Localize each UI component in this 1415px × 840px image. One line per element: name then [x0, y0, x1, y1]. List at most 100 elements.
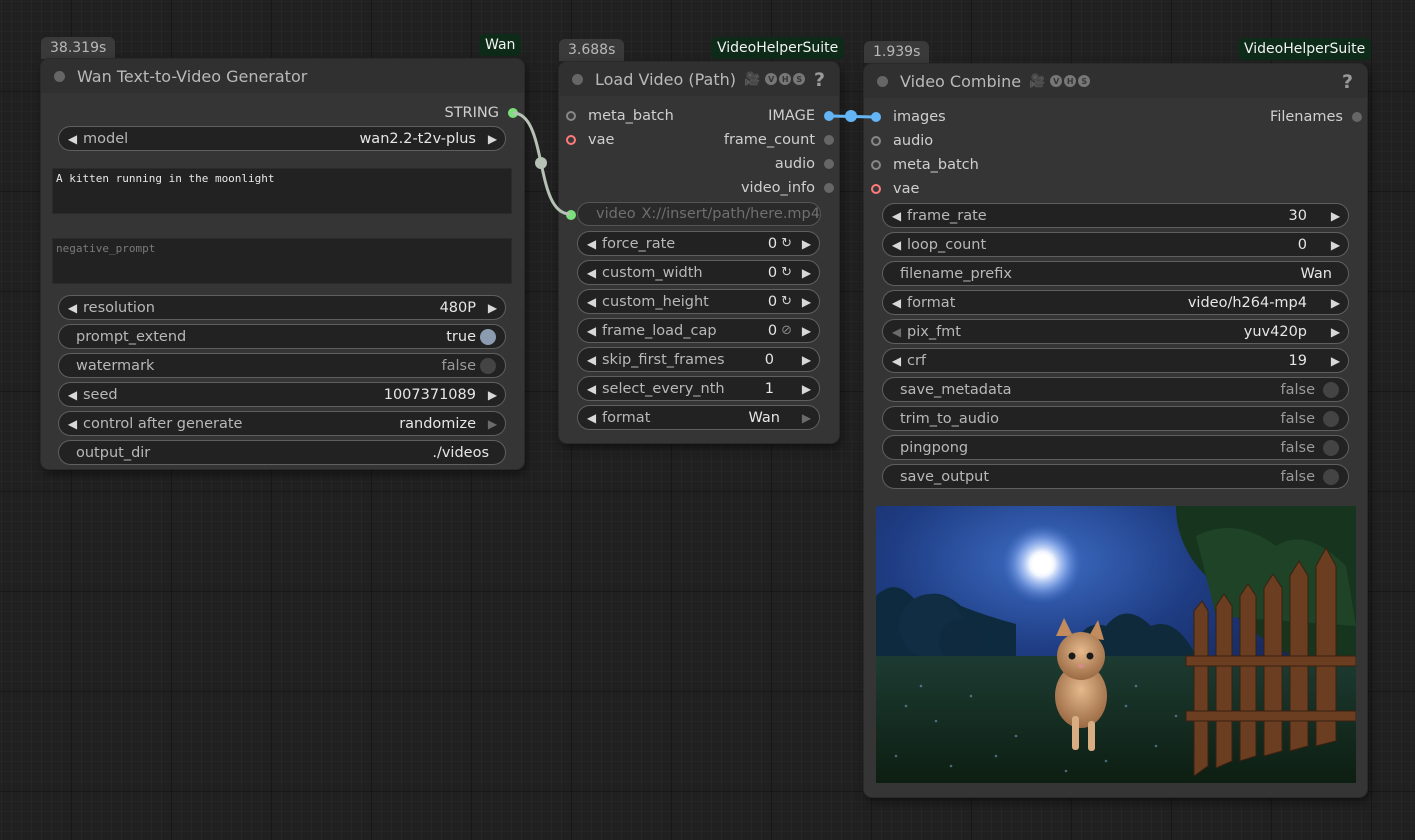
output-frame-count[interactable]: frame_count — [690, 128, 834, 152]
decrement-arrow-icon[interactable]: ◀ — [888, 209, 905, 223]
toggle-knob-icon[interactable] — [1323, 410, 1339, 427]
disabled-icon[interactable]: ⊘ — [781, 323, 792, 338]
force-rate-number[interactable]: ◀ force_rate 0 ↻ ▶ — [577, 231, 820, 256]
save-metadata-toggle[interactable]: save_metadata false — [882, 377, 1349, 402]
toggle-knob-icon[interactable] — [1323, 468, 1339, 485]
video-preview[interactable] — [876, 506, 1356, 783]
decrement-arrow-icon[interactable]: ◀ — [64, 388, 81, 402]
decrement-arrow-icon[interactable]: ◀ — [888, 354, 905, 368]
resolution-combo[interactable]: ◀ resolution 480P ▶ — [58, 295, 506, 320]
input-slot-dot[interactable] — [871, 184, 881, 194]
pix-fmt-combo[interactable]: ◀ pix_fmt yuv420p ▶ — [882, 319, 1349, 344]
input-slot-dot[interactable] — [566, 135, 576, 145]
pingpong-toggle[interactable]: pingpong false — [882, 435, 1349, 460]
reset-icon[interactable]: ↻ — [781, 236, 792, 251]
video-path-input[interactable]: video X://insert/path/here.mp4 — [577, 202, 821, 226]
frame-load-cap-number[interactable]: ◀ frame_load_cap 0 ⊘ ▶ — [577, 318, 820, 343]
collapse-toggle[interactable] — [572, 73, 583, 85]
output-slot-dot[interactable] — [824, 159, 834, 169]
skip-first-frames-number[interactable]: ◀ skip_first_frames 0 ▶ — [577, 347, 820, 372]
toggle-knob-icon[interactable] — [1323, 439, 1339, 456]
output-slot-dot[interactable] — [508, 108, 518, 118]
help-icon[interactable]: ? — [814, 69, 825, 91]
decrement-arrow-icon[interactable]: ◀ — [64, 301, 81, 315]
video-input-slot-dot[interactable] — [566, 210, 576, 220]
decrement-arrow-icon[interactable]: ◀ — [583, 295, 600, 309]
increment-arrow-icon[interactable]: ▶ — [798, 295, 815, 309]
output-dir-text[interactable]: output_dir ./videos — [58, 440, 506, 465]
increment-arrow-icon[interactable]: ▶ — [798, 324, 815, 338]
increment-arrow-icon[interactable]: ▶ — [1327, 238, 1344, 252]
wan-node-header[interactable]: Wan Text-to-Video Generator — [41, 59, 524, 93]
select-every-nth-number[interactable]: ◀ select_every_nth 1 ▶ — [577, 376, 820, 401]
increment-arrow-icon[interactable]: ▶ — [484, 301, 501, 315]
toggle-knob-icon[interactable] — [480, 357, 496, 374]
loop-count-number[interactable]: ◀ loop_count 0 ▶ — [882, 232, 1349, 257]
input-meta-batch[interactable]: meta_batch — [566, 104, 674, 128]
decrement-arrow-icon[interactable]: ◀ — [583, 353, 600, 367]
crf-number[interactable]: ◀ crf 19 ▶ — [882, 348, 1349, 373]
decrement-arrow-icon[interactable]: ◀ — [583, 324, 600, 338]
decrement-arrow-icon[interactable]: ◀ — [583, 411, 600, 425]
seed-number[interactable]: ◀ seed 1007371089 ▶ — [58, 382, 506, 407]
increment-arrow-icon[interactable]: ▶ — [1327, 325, 1344, 339]
output-audio[interactable]: audio — [690, 152, 834, 176]
increment-arrow-icon[interactable]: ▶ — [484, 132, 501, 146]
increment-arrow-icon[interactable]: ▶ — [798, 353, 815, 367]
collapse-toggle[interactable] — [54, 70, 65, 82]
save-output-toggle[interactable]: save_output false — [882, 464, 1349, 489]
input-slot-dot[interactable] — [871, 112, 881, 122]
reset-icon[interactable]: ↻ — [781, 265, 792, 280]
decrement-arrow-icon[interactable]: ◀ — [583, 237, 600, 251]
decrement-arrow-icon[interactable]: ◀ — [583, 266, 600, 280]
decrement-arrow-icon[interactable]: ◀ — [583, 382, 600, 396]
control-after-generate-combo[interactable]: ◀ control after generate randomize ▶ — [58, 411, 506, 436]
load-node-header[interactable]: Load Video (Path) 🎥 V H S ? — [559, 62, 839, 96]
load-format-combo[interactable]: ◀ format Wan ▶ — [577, 405, 820, 430]
toggle-knob-icon[interactable] — [1323, 381, 1339, 398]
decrement-arrow-icon[interactable]: ◀ — [888, 296, 905, 310]
output-video-info[interactable]: video_info — [690, 176, 834, 200]
increment-arrow-icon[interactable]: ▶ — [1327, 296, 1344, 310]
reset-icon[interactable]: ↻ — [781, 294, 792, 309]
collapse-toggle[interactable] — [877, 75, 888, 87]
increment-arrow-icon[interactable]: ▶ — [798, 382, 815, 396]
custom-width-number[interactable]: ◀ custom_width 0 ↻ ▶ — [577, 260, 820, 285]
input-images[interactable]: images — [871, 105, 946, 129]
increment-arrow-icon[interactable]: ▶ — [798, 237, 815, 251]
output-slot-dot[interactable] — [1352, 112, 1362, 122]
decrement-arrow-icon[interactable]: ◀ — [64, 417, 81, 431]
filename-prefix-text[interactable]: filename_prefix Wan — [882, 261, 1349, 286]
decrement-arrow-icon[interactable]: ◀ — [888, 325, 905, 339]
output-string[interactable]: STRING — [400, 101, 518, 125]
increment-arrow-icon[interactable]: ▶ — [798, 266, 815, 280]
increment-arrow-icon[interactable]: ▶ — [484, 417, 501, 431]
increment-arrow-icon[interactable]: ▶ — [484, 388, 501, 402]
custom-height-number[interactable]: ◀ custom_height 0 ↻ ▶ — [577, 289, 820, 314]
prompt-textarea[interactable]: A kitten running in the moonlight — [52, 168, 512, 214]
trim-to-audio-toggle[interactable]: trim_to_audio false — [882, 406, 1349, 431]
increment-arrow-icon[interactable]: ▶ — [1327, 209, 1344, 223]
format-combo[interactable]: ◀ format video/h264-mp4 ▶ — [882, 290, 1349, 315]
output-image[interactable]: IMAGE — [690, 104, 834, 128]
help-icon[interactable]: ? — [1342, 71, 1353, 93]
model-combo[interactable]: ◀ model wan2.2-t2v-plus ▶ — [58, 126, 506, 151]
negative-prompt-textarea[interactable]: negative_prompt — [52, 238, 512, 284]
input-meta-batch[interactable]: meta_batch — [871, 153, 979, 177]
decrement-arrow-icon[interactable]: ◀ — [64, 132, 81, 146]
input-audio[interactable]: audio — [871, 129, 933, 153]
increment-arrow-icon[interactable]: ▶ — [1327, 354, 1344, 368]
input-vae[interactable]: vae — [871, 177, 919, 201]
input-slot-dot[interactable] — [871, 136, 881, 146]
output-slot-dot[interactable] — [824, 183, 834, 193]
watermark-toggle[interactable]: watermark false — [58, 353, 506, 378]
toggle-knob-icon[interactable] — [480, 328, 496, 345]
output-slot-dot[interactable] — [824, 135, 834, 145]
combine-node-header[interactable]: Video Combine 🎥 V H S ? — [864, 64, 1367, 98]
output-filenames[interactable]: Filenames — [1230, 105, 1362, 129]
input-slot-dot[interactable] — [871, 160, 881, 170]
decrement-arrow-icon[interactable]: ◀ — [888, 238, 905, 252]
input-slot-dot[interactable] — [566, 111, 576, 121]
frame-rate-number[interactable]: ◀ frame_rate 30 ▶ — [882, 203, 1349, 228]
prompt-extend-toggle[interactable]: prompt_extend true — [58, 324, 506, 349]
